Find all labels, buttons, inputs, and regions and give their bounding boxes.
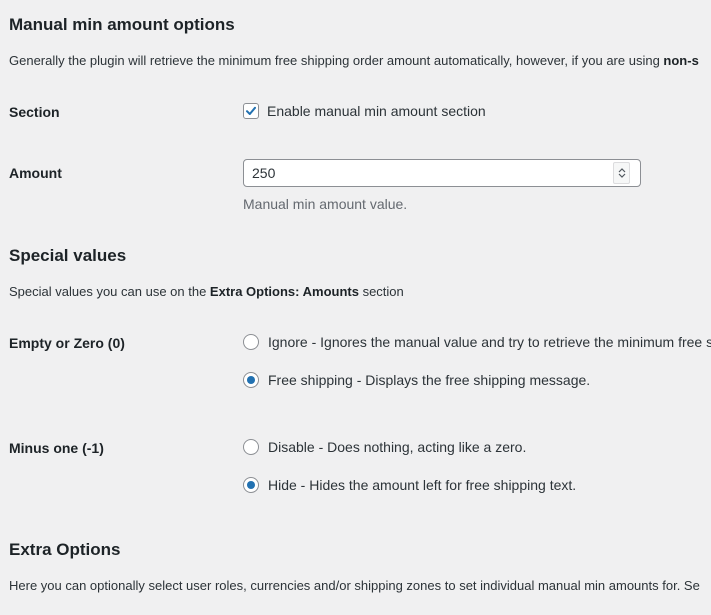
minus-one-disable-radio[interactable] <box>243 439 259 455</box>
special-values-heading: Special values <box>9 246 127 265</box>
special-values-description: Special values you can use on the Extra … <box>9 284 404 299</box>
settings-page: Manual min amount options Generally the … <box>0 0 711 615</box>
checkmark-icon <box>246 106 256 115</box>
description-bold-text: non-s <box>663 53 699 68</box>
amount-row-label: Amount <box>9 165 62 181</box>
minus-one-hide-radio[interactable] <box>243 477 259 493</box>
radio-selected-dot <box>247 376 255 384</box>
enable-manual-min-amount-label: Enable manual min amount section <box>267 103 486 119</box>
amount-help-text: Manual min amount value. <box>243 196 408 212</box>
section-row-label: Section <box>9 104 60 120</box>
chevron-down-icon[interactable] <box>618 173 626 179</box>
empty-or-zero-ignore-option[interactable]: Ignore - Ignores the manual value and tr… <box>243 334 711 350</box>
minus-one-hide-option[interactable]: Hide - Hides the amount left for free sh… <box>243 477 576 493</box>
special-values-desc-suffix: section <box>358 284 404 299</box>
empty-or-zero-label: Empty or Zero (0) <box>9 335 125 351</box>
extra-options-heading: Extra Options <box>9 540 121 559</box>
empty-or-zero-free-shipping-option[interactable]: Free shipping - Displays the free shippi… <box>243 372 590 388</box>
radio-selected-dot <box>247 481 255 489</box>
special-values-desc-prefix: Special values you can use on the <box>9 284 210 299</box>
minus-one-disable-option[interactable]: Disable - Does nothing, acting like a ze… <box>243 439 526 455</box>
empty-or-zero-free-shipping-radio[interactable] <box>243 372 259 388</box>
minus-one-disable-label: Disable - Does nothing, acting like a ze… <box>268 439 527 455</box>
amount-input-value[interactable]: 250 <box>244 165 613 181</box>
special-values-desc-bold: Extra Options: Amounts <box>209 284 359 299</box>
empty-or-zero-ignore-radio[interactable] <box>243 334 259 350</box>
enable-manual-min-amount-option[interactable]: Enable manual min amount section <box>243 103 486 119</box>
minus-one-hide-label: Hide - Hides the amount left for free sh… <box>268 477 577 493</box>
number-spinner[interactable] <box>613 162 630 184</box>
minus-one-label: Minus one (-1) <box>9 440 104 456</box>
empty-or-zero-ignore-label: Ignore - Ignores the manual value and tr… <box>268 334 711 350</box>
extra-options-description: Here you can optionally select user role… <box>9 578 700 593</box>
empty-or-zero-free-shipping-label: Free shipping - Displays the free shippi… <box>268 372 591 388</box>
manual-min-amount-heading: Manual min amount options <box>9 15 235 34</box>
manual-min-amount-description: Generally the plugin will retrieve the m… <box>9 53 699 68</box>
description-text: Generally the plugin will retrieve the m… <box>9 53 664 68</box>
amount-number-input[interactable]: 250 <box>243 159 641 187</box>
enable-manual-min-amount-checkbox[interactable] <box>243 103 259 119</box>
